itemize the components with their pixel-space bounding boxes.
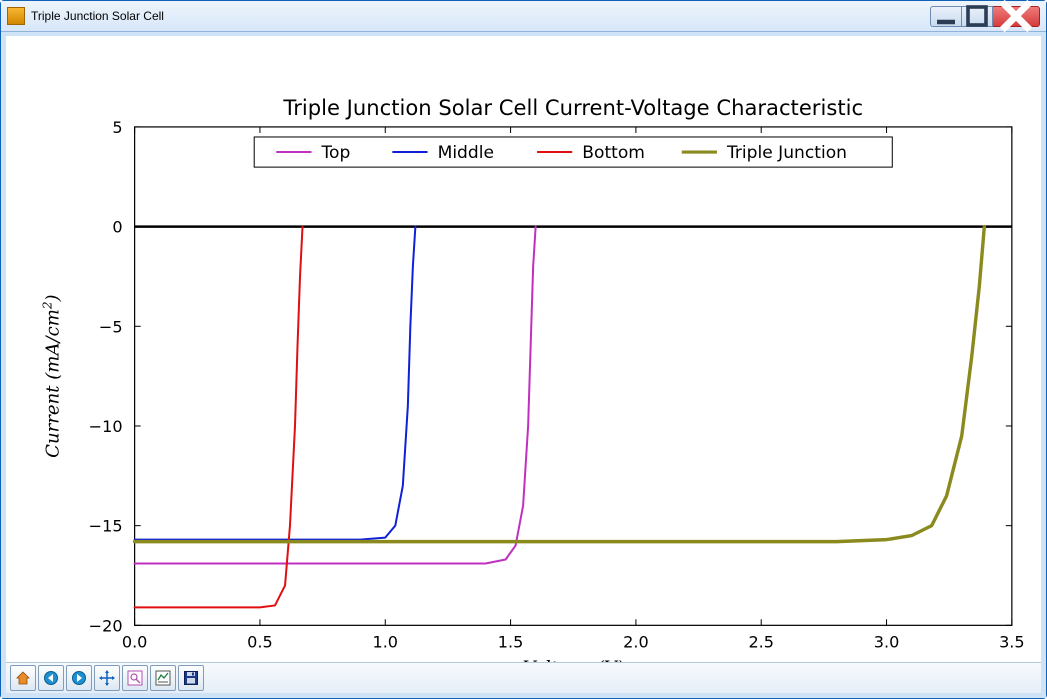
- back-button[interactable]: [38, 665, 64, 691]
- svg-text:3.0: 3.0: [874, 632, 900, 651]
- move-icon: [99, 670, 115, 686]
- pan-button[interactable]: [94, 665, 120, 691]
- chart-canvas: 0.0 0.5 1.0 1.5 2.0 2.5 3.0 3.5 −20 −15 −10 −5 0 5 Tri…: [6, 36, 1041, 662]
- titlebar: Triple Junction Solar Cell: [1, 1, 1046, 32]
- window-controls: [930, 6, 1040, 27]
- zoom-button[interactable]: [122, 665, 148, 691]
- chart-title: Triple Junction Solar Cell Current-Volta…: [282, 95, 863, 120]
- x-axis-label: Voltage (V): [523, 658, 624, 662]
- svg-text:−10: −10: [89, 417, 123, 436]
- window-title: Triple Junction Solar Cell: [31, 9, 930, 23]
- legend-entry: Top: [321, 143, 351, 163]
- svg-text:3.5: 3.5: [999, 632, 1025, 651]
- y-axis-label: Current (mA/cm2): [40, 294, 63, 457]
- maximize-button[interactable]: [962, 6, 993, 27]
- legend-entry: Middle: [438, 143, 494, 163]
- matplotlib-toolbar: [6, 662, 1041, 693]
- svg-text:0: 0: [112, 218, 122, 237]
- svg-text:−5: −5: [99, 317, 123, 336]
- app-window: Triple Junction Solar Cell 0.0 0.5 1.0 1.5 2…: [0, 0, 1047, 699]
- arrow-right-icon: [71, 670, 87, 686]
- svg-text:1.0: 1.0: [372, 632, 398, 651]
- home-icon: [15, 670, 31, 686]
- svg-text:2.5: 2.5: [748, 632, 774, 651]
- svg-text:0.0: 0.0: [122, 632, 148, 651]
- svg-text:0.5: 0.5: [247, 632, 273, 651]
- client-area: 0.0 0.5 1.0 1.5 2.0 2.5 3.0 3.5 −20 −15 −10 −5 0 5 Tri…: [1, 32, 1046, 698]
- svg-text:1.5: 1.5: [498, 632, 524, 651]
- app-icon: [7, 7, 25, 25]
- legend-entry: Bottom: [582, 143, 645, 163]
- forward-button[interactable]: [66, 665, 92, 691]
- legend-entry: Triple Junction: [726, 143, 847, 163]
- svg-text:2.0: 2.0: [623, 632, 649, 651]
- floppy-icon: [183, 670, 199, 686]
- home-button[interactable]: [10, 665, 36, 691]
- subplots-icon: [155, 670, 171, 686]
- svg-text:−15: −15: [89, 517, 123, 536]
- arrow-left-icon: [43, 670, 59, 686]
- subplots-button[interactable]: [150, 665, 176, 691]
- svg-text:−20: −20: [89, 616, 123, 635]
- magnifier-icon: [127, 670, 143, 686]
- plot-area[interactable]: 0.0 0.5 1.0 1.5 2.0 2.5 3.0 3.5 −20 −15 −10 −5 0 5 Tri…: [6, 36, 1041, 662]
- svg-text:5: 5: [112, 118, 122, 137]
- close-button[interactable]: [993, 6, 1040, 27]
- save-button[interactable]: [178, 665, 204, 691]
- minimize-button[interactable]: [930, 6, 962, 27]
